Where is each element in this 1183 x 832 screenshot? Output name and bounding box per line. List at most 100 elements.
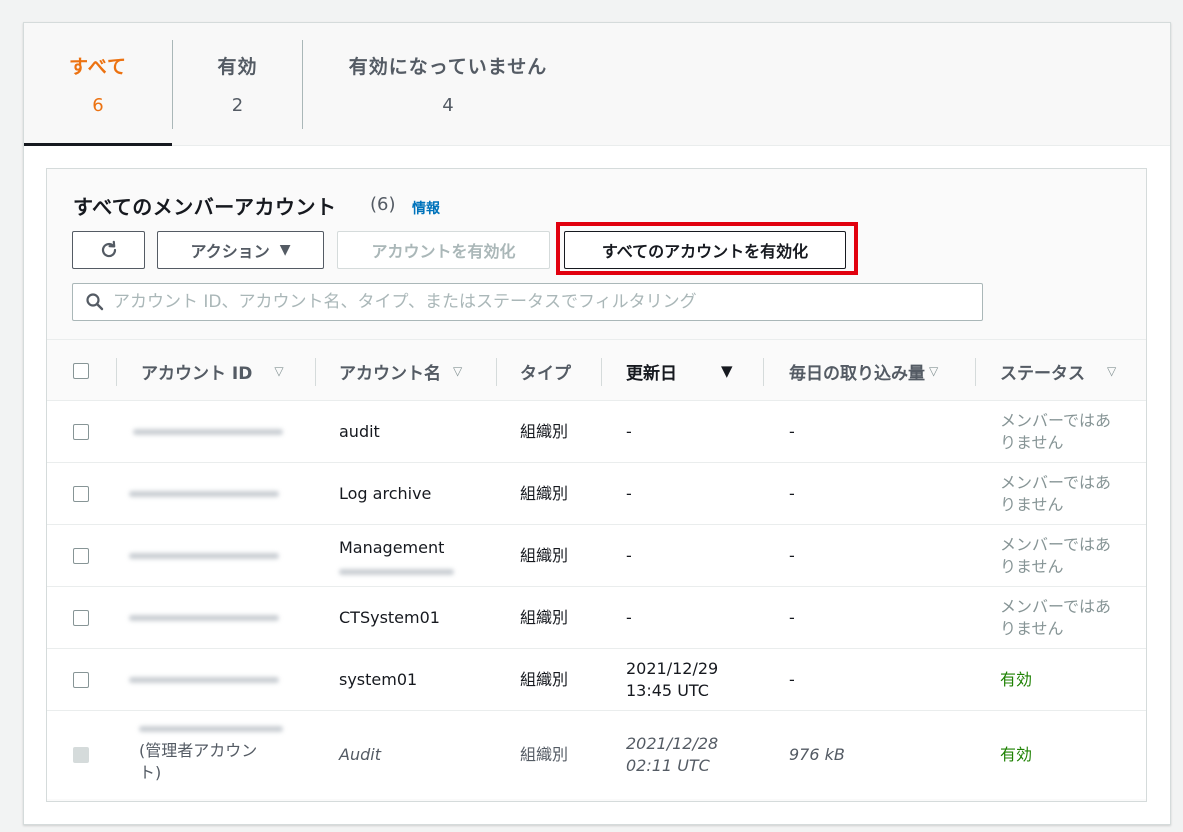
redacted-account-id xyxy=(129,615,279,621)
panel-title: すべてのメンバーアカウント xyxy=(73,195,337,219)
tab-enabled-label: 有効 xyxy=(217,56,258,78)
filter-input[interactable] xyxy=(113,292,973,312)
column-header-account-name[interactable]: アカウント名 ▽ xyxy=(339,340,462,402)
refresh-button[interactable] xyxy=(72,231,145,269)
tab-not-enabled[interactable]: 有効になっていません 4 xyxy=(303,23,593,146)
account-id-cell xyxy=(129,525,279,587)
row-checkbox[interactable] xyxy=(73,610,89,626)
type-cell: 組織別 xyxy=(520,484,569,503)
column-divider xyxy=(496,358,497,386)
redacted-account-id xyxy=(129,491,279,497)
type-cell: 組織別 xyxy=(520,670,569,689)
tab-enabled[interactable]: 有効 2 xyxy=(173,23,302,146)
column-header-updated[interactable]: 更新日 ▼ xyxy=(626,340,733,402)
status-text: メンバーではあ xyxy=(1000,597,1112,616)
sort-icon: ▽ xyxy=(453,364,463,378)
row-checkbox-cell[interactable] xyxy=(73,525,89,587)
column-label: アカウント ID xyxy=(141,363,253,384)
table-header: アカウント ID ▽ アカウント名 ▽ タイプ 更新日 ▼ 毎日の取り込み量 ▽… xyxy=(47,339,1146,401)
row-checkbox-cell[interactable] xyxy=(73,649,89,711)
updated-cell: - xyxy=(626,546,632,565)
sort-icon: ▽ xyxy=(929,364,939,378)
account-name-cell: CTSystem01 xyxy=(339,608,440,627)
member-accounts-panel: すべてのメンバーアカウント (6) 情報 アクション ▼ アカウントを有効化 す… xyxy=(46,168,1147,802)
table-row[interactable]: CTSystem01 組織別 - - メンバーではあ りません xyxy=(47,587,1146,649)
table-row[interactable]: system01 組織別 2021/12/29 13:45 UTC - 有効 xyxy=(47,649,1146,711)
redacted-account-id xyxy=(129,677,279,683)
account-id-cell: (管理者アカウン ト) xyxy=(139,711,283,799)
column-header-daily-ingest[interactable]: 毎日の取り込み量 ▽ xyxy=(789,340,938,402)
type-cell: 組織別 xyxy=(520,546,569,565)
tab-not-enabled-count: 4 xyxy=(442,95,454,116)
row-checkbox-cell xyxy=(73,711,89,799)
row-checkbox[interactable] xyxy=(73,424,89,440)
info-link[interactable]: 情報 xyxy=(412,198,440,218)
column-header-status[interactable]: ステータス ▽ xyxy=(1000,340,1116,402)
sort-desc-icon: ▼ xyxy=(721,362,733,380)
daily-ingest-cell: - xyxy=(789,484,795,503)
account-id-cell xyxy=(133,401,283,463)
actions-dropdown[interactable]: アクション ▼ xyxy=(157,231,324,269)
tab-enabled-count: 2 xyxy=(231,95,244,116)
redacted-account-id xyxy=(129,553,279,559)
row-checkbox[interactable] xyxy=(73,486,89,502)
status-text: メンバーではあ xyxy=(1000,411,1112,430)
select-all-checkbox[interactable] xyxy=(73,363,89,379)
daily-ingest-cell: - xyxy=(789,670,795,689)
table-row[interactable]: Log archive 組織別 - - メンバーではあ りません xyxy=(47,463,1146,525)
status-cell: 有効 xyxy=(1000,670,1033,689)
row-checkbox[interactable] xyxy=(73,548,89,564)
account-name-cell: Log archive xyxy=(339,484,432,503)
column-divider xyxy=(116,358,117,386)
table-row[interactable]: audit 組織別 - - メンバーではあ りません xyxy=(47,401,1146,463)
row-checkbox-cell[interactable] xyxy=(73,463,89,525)
actions-label: アクション xyxy=(190,242,270,261)
column-header-type: タイプ xyxy=(520,340,571,402)
updated-date: 2021/12/29 xyxy=(626,659,719,678)
account-name-cell: system01 xyxy=(339,670,418,689)
redacted-email xyxy=(339,569,454,575)
updated-cell: - xyxy=(626,422,632,441)
updated-time: 02:11 UTC xyxy=(626,756,710,775)
updated-date: 2021/12/28 xyxy=(626,734,719,753)
updated-cell: 2021/12/29 13:45 UTC xyxy=(626,649,718,711)
status-text: メンバーではあ xyxy=(1000,535,1112,554)
row-checkbox-cell[interactable] xyxy=(73,401,89,463)
daily-ingest-cell: 976 kB xyxy=(789,745,845,764)
column-divider xyxy=(975,358,976,386)
search-icon xyxy=(86,293,104,311)
daily-ingest-cell: - xyxy=(789,546,795,565)
status-cell: メンバーではあ りません xyxy=(1000,525,1111,587)
caret-down-icon: ▼ xyxy=(279,242,291,258)
account-name-cell: Management xyxy=(339,525,454,587)
admin-account-note: (管理者アカウン xyxy=(139,741,258,760)
column-label: ステータス xyxy=(1000,363,1085,384)
status-cell: メンバーではあ りません xyxy=(1000,587,1111,649)
status-tabs: すべて 6 有効 2 有効になっていません 4 xyxy=(24,23,1170,146)
row-checkbox[interactable] xyxy=(73,672,89,688)
column-label: タイプ xyxy=(520,363,571,384)
tab-not-enabled-label: 有効になっていません xyxy=(348,56,548,78)
enable-account-button[interactable]: アカウントを有効化 xyxy=(337,231,550,269)
account-name-text: Management xyxy=(339,538,445,557)
status-text: りません xyxy=(1000,495,1064,514)
status-cell: メンバーではあ りません xyxy=(1000,401,1111,463)
select-all-cell[interactable] xyxy=(73,340,89,402)
tab-all-label: すべて xyxy=(69,56,127,78)
status-text: りません xyxy=(1000,433,1064,452)
updated-cell: 2021/12/28 02:11 UTC xyxy=(626,711,718,799)
table-row[interactable]: Management 組織別 - - メンバーではあ りません xyxy=(47,525,1146,587)
tab-all[interactable]: すべて 6 xyxy=(24,23,172,146)
updated-time: 13:45 UTC xyxy=(626,681,709,700)
status-cell: 有効 xyxy=(1000,745,1033,764)
column-divider xyxy=(601,358,602,386)
column-header-account-id[interactable]: アカウント ID ▽ xyxy=(141,340,284,402)
enable-all-accounts-button[interactable]: すべてのアカウントを有効化 xyxy=(564,231,846,269)
account-name-cell: audit xyxy=(339,422,380,441)
redacted-account-id xyxy=(139,726,283,732)
admin-account-note: ト) xyxy=(139,763,162,782)
filter-search-bar[interactable] xyxy=(72,283,983,321)
row-checkbox-cell[interactable] xyxy=(73,587,89,649)
account-count: (6) xyxy=(370,194,396,215)
sort-icon: ▽ xyxy=(1107,364,1117,378)
